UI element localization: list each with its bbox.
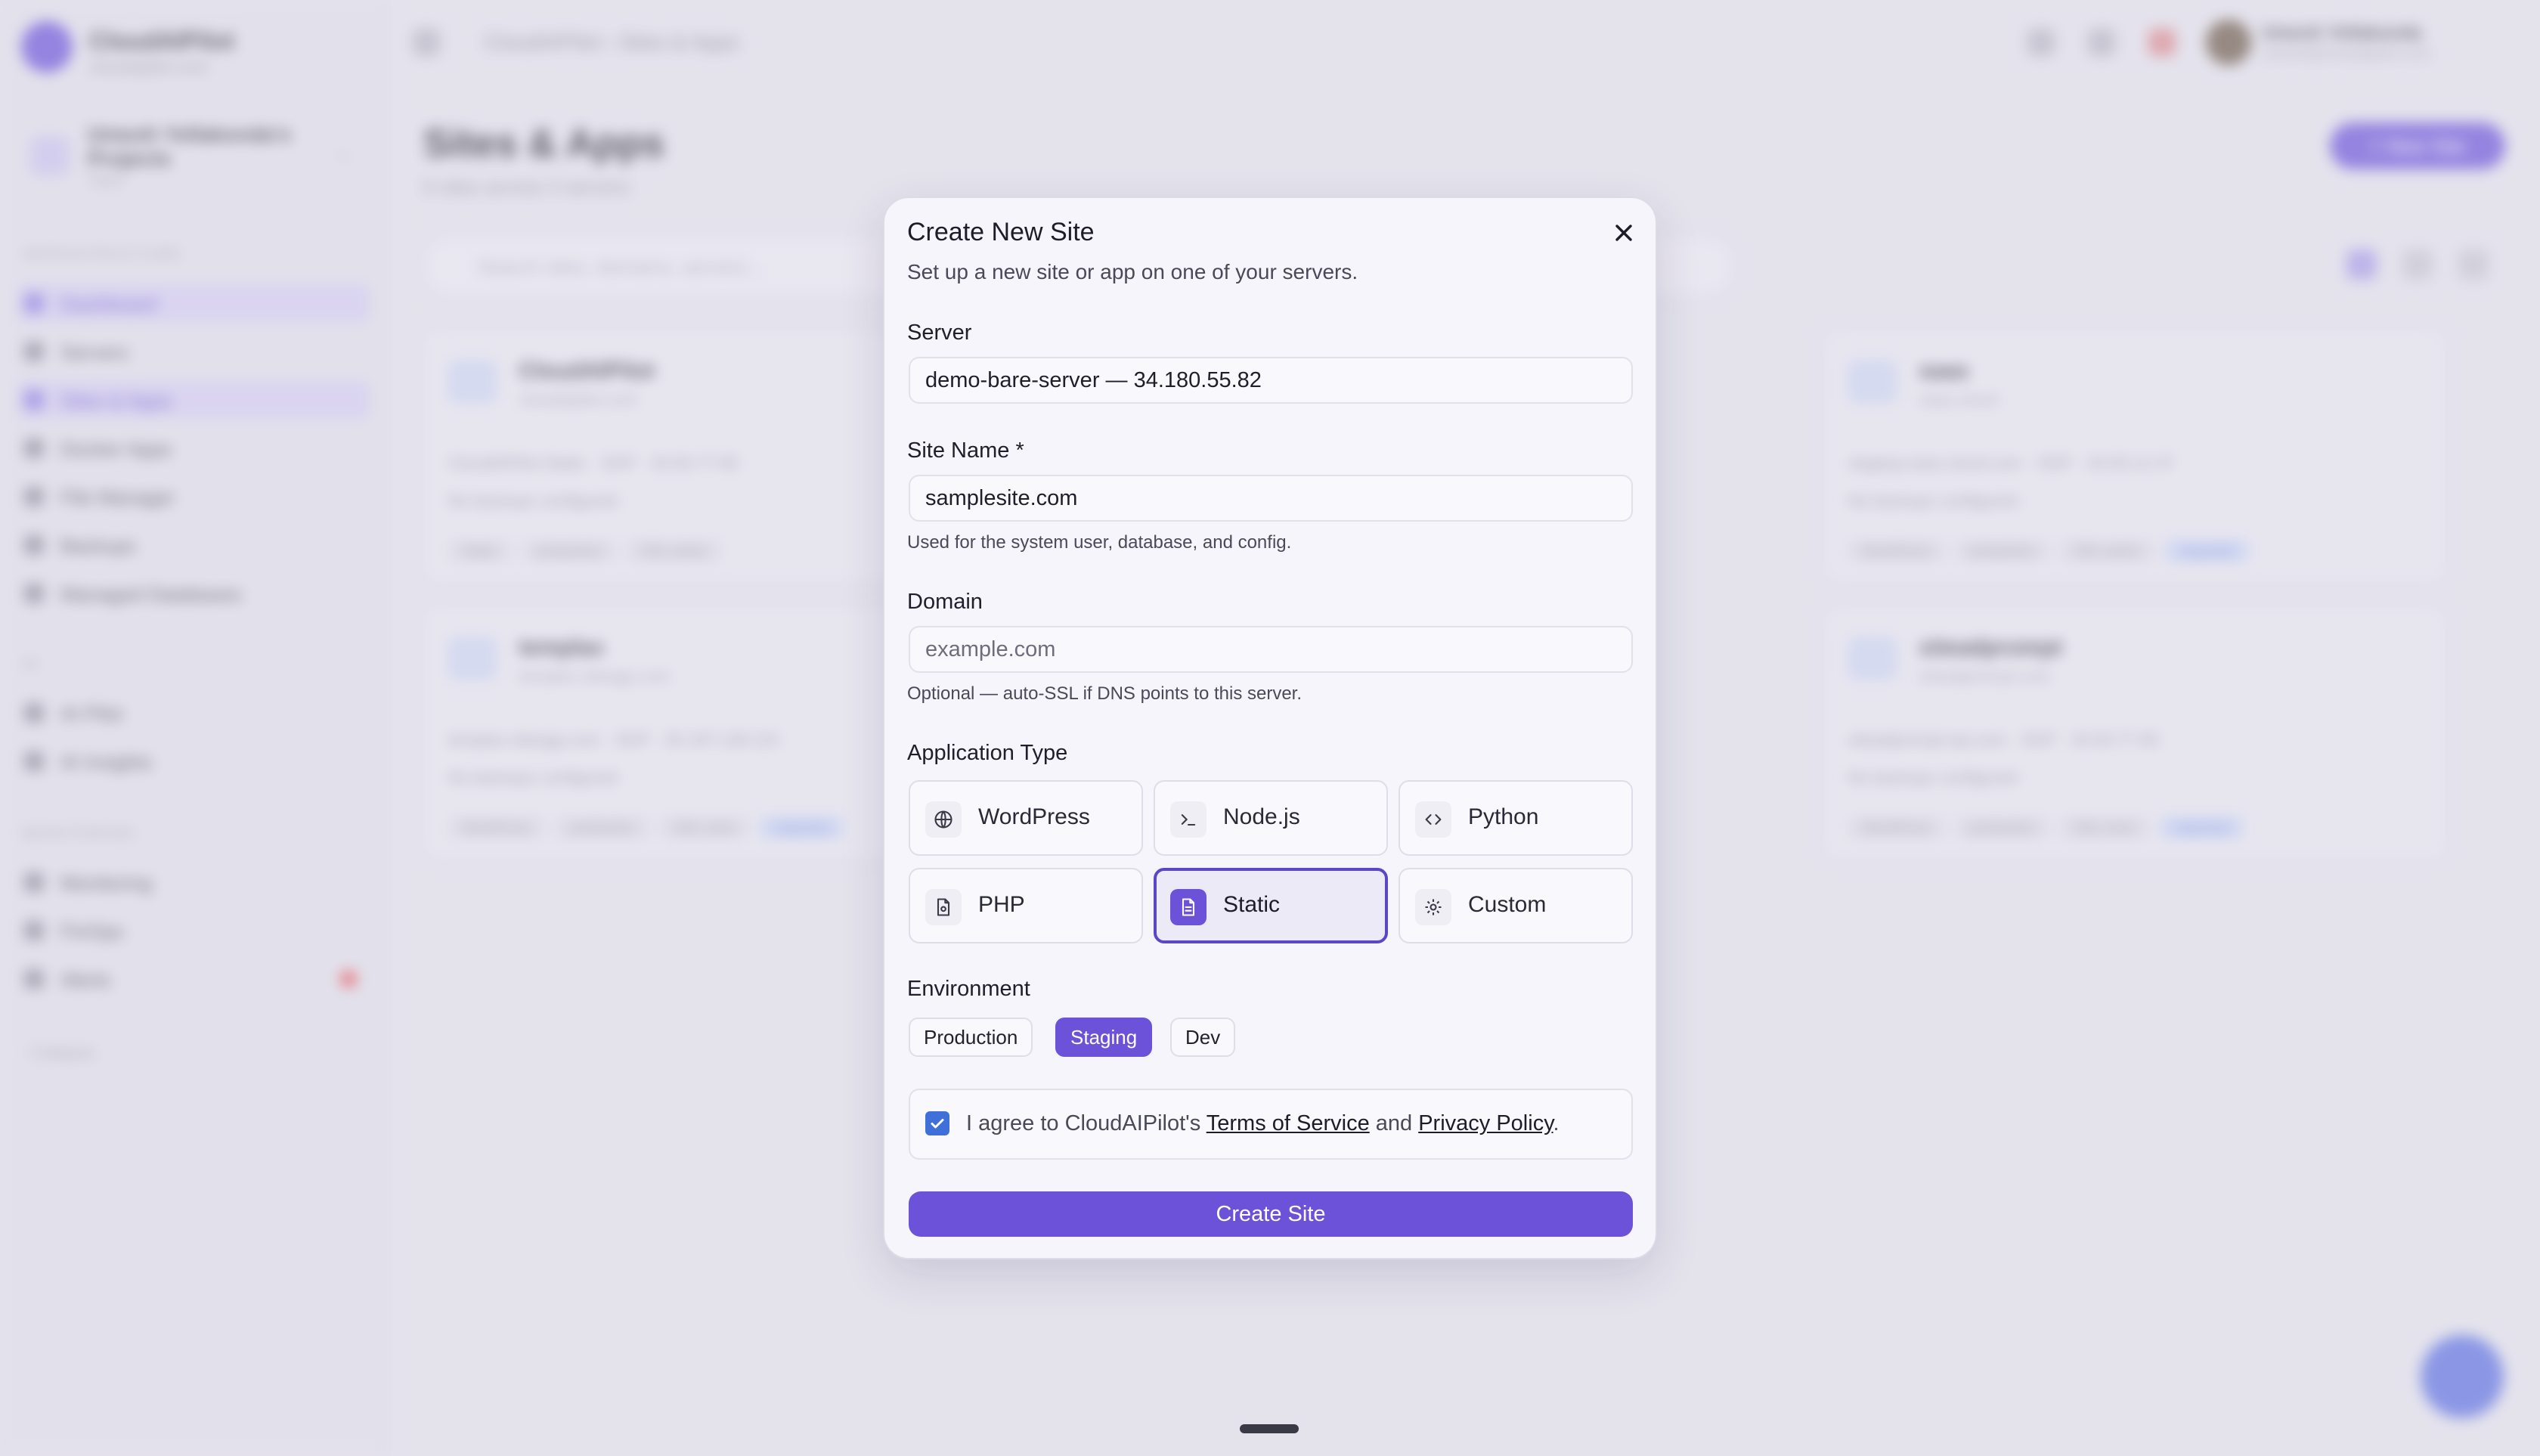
create-site-button[interactable]: Create Site	[909, 1191, 1633, 1237]
server-label: Server	[907, 321, 972, 345]
dialog-title: Create New Site	[907, 218, 1095, 246]
terms-agreement: I agree to CloudAIPilot's Terms of Servi…	[909, 1089, 1633, 1160]
app-type-label: WordPress	[978, 804, 1090, 829]
app-type-label: Python	[1468, 804, 1539, 829]
privacy-policy-link[interactable]: Privacy Policy	[1418, 1111, 1553, 1135]
domain-help: Optional — auto-SSL if DNS points to thi…	[907, 683, 1303, 704]
app-type-label: PHP	[978, 892, 1025, 917]
create-site-dialog: Create New Site Set up a new site or app…	[883, 197, 1657, 1259]
check-icon	[931, 1119, 944, 1129]
app-type-nodejs[interactable]: Node.js	[1154, 780, 1388, 856]
env-dev-button[interactable]: Dev	[1170, 1018, 1236, 1057]
app-type-python[interactable]: Python	[1399, 780, 1633, 856]
site-name-label: Site Name *	[907, 438, 1024, 463]
scroll-indicator	[1240, 1424, 1299, 1433]
dialog-subtitle: Set up a new site or app on one of your …	[907, 260, 1358, 283]
app-type-php[interactable]: PHP	[909, 868, 1143, 943]
terms-of-service-link[interactable]: Terms of Service	[1206, 1111, 1370, 1135]
application-type-label: Application Type	[907, 741, 1068, 765]
terms-and: and	[1369, 1111, 1419, 1135]
php-file-icon	[925, 889, 962, 925]
terms-text: I agree to CloudAIPilot's Terms of Servi…	[966, 1111, 1560, 1136]
terms-suffix: .	[1553, 1111, 1560, 1135]
code-icon	[1415, 801, 1451, 838]
domain-label: Domain	[907, 590, 983, 614]
app-type-label: Node.js	[1223, 804, 1300, 829]
app-type-static[interactable]: Static	[1154, 868, 1388, 943]
close-icon	[1615, 225, 1632, 241]
app-type-label: Static	[1223, 892, 1281, 917]
terms-prefix: I agree to CloudAIPilot's	[966, 1111, 1206, 1135]
globe-icon	[925, 801, 962, 838]
environment-label: Environment	[907, 977, 1030, 1001]
app-type-custom[interactable]: Custom	[1399, 868, 1633, 943]
env-production-button[interactable]: Production	[909, 1018, 1033, 1057]
server-selected-value: demo-bare-server — 34.180.55.82	[925, 367, 1262, 392]
document-icon	[1170, 889, 1206, 925]
app-type-wordpress[interactable]: WordPress	[909, 780, 1143, 856]
env-staging-button[interactable]: Staging	[1055, 1018, 1153, 1057]
terms-checkbox[interactable]	[925, 1111, 949, 1135]
domain-input[interactable]	[909, 626, 1633, 673]
terminal-icon	[1170, 801, 1206, 838]
close-button[interactable]	[1607, 216, 1640, 249]
server-select[interactable]: demo-bare-server — 34.180.55.82	[909, 357, 1633, 404]
site-name-input[interactable]	[909, 475, 1633, 522]
gear-icon	[1415, 889, 1451, 925]
site-name-help: Used for the system user, database, and …	[907, 532, 1292, 553]
app-type-label: Custom	[1468, 892, 1547, 917]
